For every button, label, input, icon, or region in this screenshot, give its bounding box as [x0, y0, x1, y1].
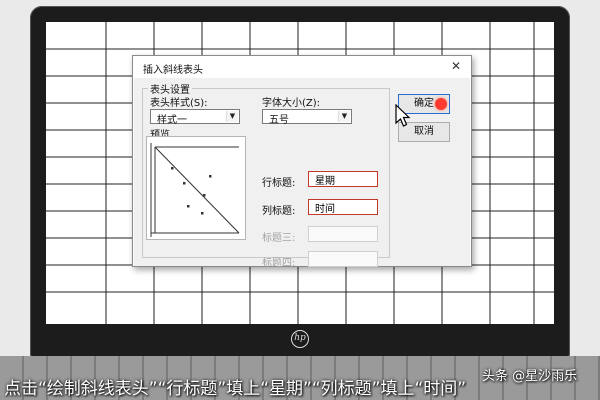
watermark: 头条 @星沙雨乐 [482, 369, 578, 384]
header-preview [146, 136, 246, 240]
header-style-label: 表头样式(S): [150, 98, 208, 109]
hp-logo-icon: hp [291, 330, 309, 348]
title4-label: 标题四: [262, 258, 296, 269]
insert-diagonal-header-dialog: 插入斜线表头 ✕ 表头设置 表头样式(S): 样式一 ▼ 字体大小(Z): 五号… [132, 55, 472, 269]
diagonal-preview-graphic [150, 143, 240, 237]
font-size-label: 字体大小(Z): [262, 98, 321, 109]
close-icon[interactable]: ✕ [449, 59, 463, 73]
title3-input[interactable] [308, 226, 378, 242]
header-style-select[interactable]: 样式一 ▼ [150, 109, 240, 126]
ok-button-label: 确定 [414, 98, 434, 109]
cancel-button-label: 取消 [414, 126, 434, 137]
mouse-pointer-icon [395, 104, 411, 127]
font-size-value: 五号 [269, 115, 289, 126]
title3-label: 标题三: [262, 233, 296, 244]
row-title-label: 行标题: [262, 178, 296, 189]
dialog-title: 插入斜线表头 [143, 65, 203, 76]
laptop-screen: 插入斜线表头 ✕ 表头设置 表头样式(S): 样式一 ▼ 字体大小(Z): 五号… [46, 22, 554, 324]
chevron-down-icon[interactable]: ▼ [226, 111, 238, 122]
col-title-label: 列标题: [262, 206, 296, 217]
chevron-down-icon[interactable]: ▼ [338, 111, 350, 122]
dialog-titlebar[interactable]: 插入斜线表头 ✕ [133, 56, 471, 78]
col-title-input[interactable] [308, 199, 378, 215]
header-style-value: 样式一 [157, 115, 187, 126]
click-indicator-icon [435, 98, 447, 110]
title4-input[interactable] [308, 251, 378, 267]
row-title-input[interactable] [308, 171, 378, 187]
font-size-select[interactable]: 五号 ▼ [262, 109, 352, 126]
dialog-body: 表头设置 表头样式(S): 样式一 ▼ 字体大小(Z): 五号 ▼ 预览 [134, 78, 470, 269]
